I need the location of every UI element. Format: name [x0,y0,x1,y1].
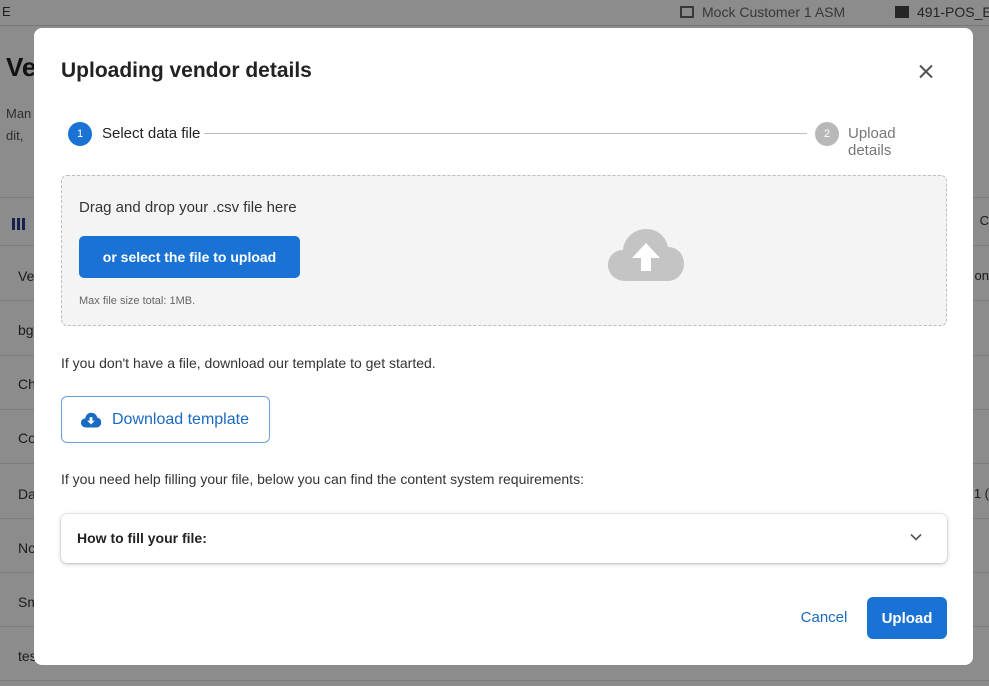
accordion-label: How to fill your file: [77,530,207,546]
template-instruction: If you don't have a file, download our t… [61,355,436,371]
dropzone-instruction: Drag and drop your .csv file here [79,199,297,216]
stepper: 1 Select data file 2 Upload details [68,122,940,159]
file-dropzone[interactable]: Drag and drop your .csv file here or sel… [61,175,947,326]
cancel-button[interactable]: Cancel [796,600,852,634]
cloud-download-icon [81,412,102,427]
step-1-indicator: 1 [68,122,92,146]
chevron-down-icon [910,533,922,541]
requirements-instruction: If you need help filling your file, belo… [61,471,584,487]
download-template-button[interactable]: Download template [61,396,270,443]
step-1-label: Select data file [102,125,201,142]
upload-button[interactable]: Upload [867,597,947,639]
step-2-indicator: 2 [815,122,839,146]
select-file-button[interactable]: or select the file to upload [79,236,300,278]
step-2-label: Upload details [848,125,896,159]
dialog-title: Uploading vendor details [61,59,312,82]
cloud-upload-icon [608,229,684,281]
upload-vendor-dialog: Uploading vendor details 1 Select data f… [34,28,973,665]
step-connector [204,133,807,134]
close-button[interactable] [914,60,938,84]
how-to-fill-accordion[interactable]: How to fill your file: [61,514,947,563]
max-file-size-hint: Max file size total: 1MB. [79,295,196,307]
download-template-label: Download template [112,410,249,428]
